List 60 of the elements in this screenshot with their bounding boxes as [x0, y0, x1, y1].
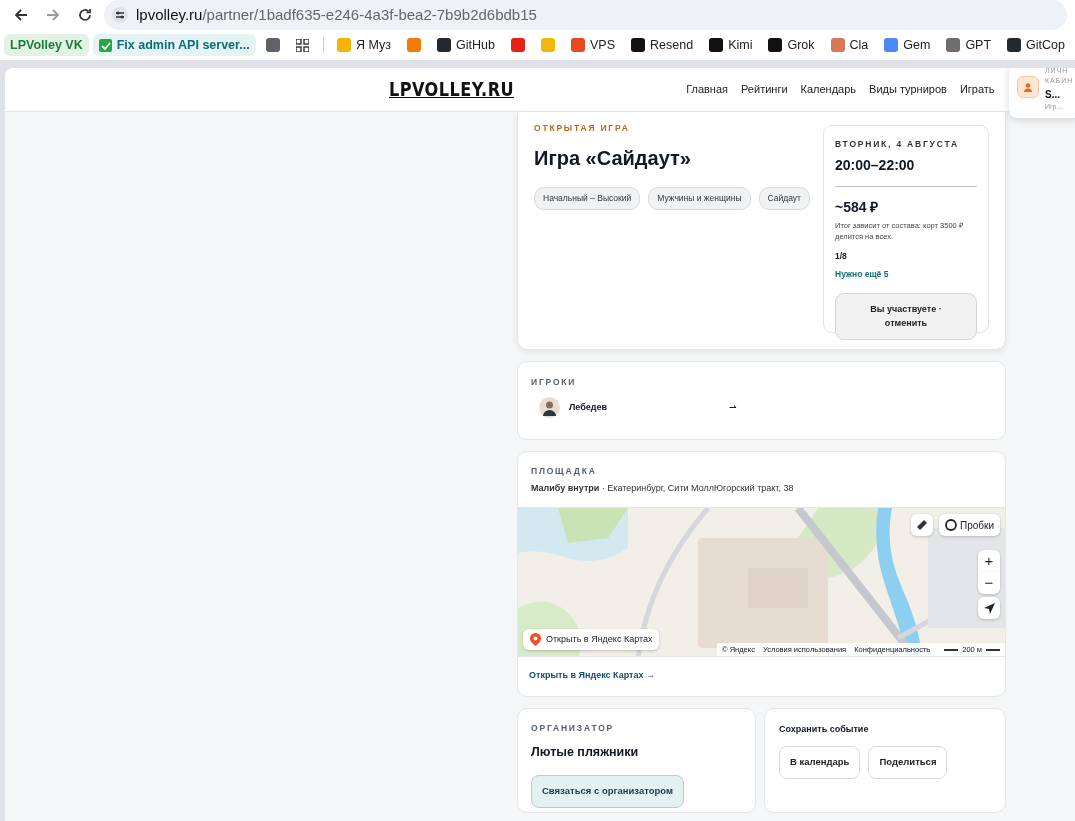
bookmark[interactable]: Resend — [625, 33, 700, 57]
zoom-in-button[interactable]: + — [978, 550, 1000, 573]
contact-organizer-button[interactable]: Связаться с организатором — [531, 775, 685, 808]
venue-address: Малибу внутри · Екатеринбург, Сити МоллЮгорский тракт, 38 — [531, 481, 795, 495]
tag: Начальный – Высокий — [534, 186, 641, 210]
avatar — [539, 396, 560, 418]
tag: Мужчины и женщины — [648, 186, 751, 210]
bookmark[interactable]: Fix admin API server... — [92, 33, 256, 57]
address-bar[interactable]: lpvolley.ru/partner/1badf635-e246-4a3f-bea2-7b9b2d6bdb15 — [104, 0, 1067, 30]
player-name: Лебедев — [569, 400, 609, 414]
organizer-name: Лютые пляжники — [531, 743, 640, 761]
bookmark[interactable]: GitHub — [431, 33, 501, 57]
players-needed: Нужно ещё 5 — [835, 268, 890, 281]
reload-icon — [78, 8, 92, 22]
traffic-icon — [945, 519, 957, 532]
profile-name: S... — [1045, 87, 1061, 102]
player-marker: ⇀ — [729, 400, 737, 414]
site-logo[interactable]: LPVOLLEY.RU — [389, 75, 515, 104]
event-title: Игра «Сайдаут» — [534, 145, 692, 171]
pin-icon — [530, 633, 541, 647]
location-arrow-icon — [983, 602, 995, 614]
bookmark[interactable]: Cla — [824, 33, 875, 57]
player-count: 1/8 — [835, 249, 848, 263]
bookmark[interactable]: LPVolley VK — [4, 33, 89, 57]
section-heading: ПЛОЩАДКА — [531, 465, 598, 478]
open-in-maps-button[interactable]: Открыть в Яндекс Картах — [523, 629, 660, 651]
grid-icon — [295, 38, 309, 52]
bookmark[interactable]: Kimi — [703, 33, 759, 57]
cancel-participation-button[interactable]: Вы участвуете · отменить — [835, 293, 977, 340]
traffic-button[interactable]: Пробки — [939, 514, 1000, 537]
bookmark[interactable]: GitCop — [1001, 33, 1071, 57]
bookmark[interactable]: GPT — [940, 33, 998, 57]
nav-link[interactable]: Главная — [686, 81, 728, 98]
maps-link[interactable]: Открыть в Яндекс Картах → — [529, 669, 655, 683]
section-heading: ОРГАНИЗАТОР — [531, 721, 616, 735]
locate-button[interactable] — [978, 597, 1000, 620]
bookmark[interactable]: Я Муз — [331, 33, 398, 57]
tag: Сайдаут — [758, 186, 810, 210]
ruler-button[interactable] — [911, 514, 933, 537]
bookmark[interactable]: Gem — [878, 33, 937, 57]
event-type: ОТКРЫТАЯ ИГРА — [534, 122, 631, 135]
save-action-button[interactable]: Поделиться — [868, 746, 948, 779]
save-heading: Сохранить событие — [779, 722, 870, 736]
ruler-icon — [916, 519, 928, 532]
price: ~584 ₽ — [835, 197, 880, 217]
nav-link[interactable]: Играть — [959, 81, 995, 98]
nav-link[interactable]: Рейтинги — [741, 81, 788, 98]
forward-icon — [46, 8, 60, 22]
event-time: 20:00–22:00 — [835, 155, 916, 175]
event-date: ВТОРНИК, 4 АВГУСТА — [835, 138, 960, 151]
site-settings-icon — [112, 7, 128, 23]
nav-link[interactable]: Календарь — [800, 81, 857, 98]
back-icon — [14, 8, 28, 22]
nav-link[interactable]: Виды турниров — [869, 81, 947, 98]
zoom-out-button[interactable]: − — [978, 572, 1000, 595]
section-heading: ИГРОКИ — [531, 376, 578, 389]
save-action-button[interactable]: В календарь — [779, 746, 861, 779]
user-icon — [1024, 82, 1032, 92]
bookmark[interactable]: VPS — [565, 33, 622, 57]
bookmark[interactable]: Grok — [762, 33, 821, 57]
